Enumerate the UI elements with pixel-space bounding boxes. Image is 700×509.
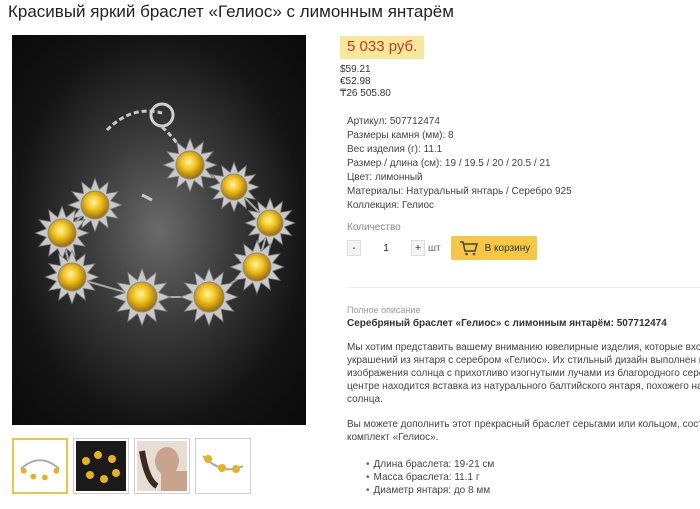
thumbnail-strip [12, 438, 251, 494]
spec-weight: Вес изделия (г): 11.1 [347, 144, 443, 155]
quantity-label: Количество [347, 222, 401, 233]
bullet-weight: Масса браслета: 11.1 г [366, 471, 494, 484]
bracelet-photo [34, 102, 296, 327]
spec-collection: Коллекция: Гелиос [347, 200, 435, 211]
description-line: Мы хотим представить вашему вниманию юве… [347, 342, 700, 353]
price-usd: $59.21 [340, 64, 371, 75]
thumbnail-4[interactable] [195, 438, 251, 494]
spec-stone-size: Размеры камня (мм): 8 [347, 130, 454, 141]
description-line: украшений из янтаря с серебром «Гелиос».… [347, 355, 700, 366]
price-kzt: ₸26 505.80 [340, 88, 391, 99]
quantity-increase-button[interactable]: + [411, 240, 425, 256]
price-main: 5 033 руб. [340, 36, 425, 59]
add-to-cart-label: В корзину [484, 242, 531, 254]
spec-materials: Материалы: Натуральный янтарь / Серебро … [347, 186, 572, 197]
quantity-unit: шт [428, 242, 441, 254]
quantity-stepper: - 1 + шт В корзину [347, 236, 537, 260]
cart-icon [459, 241, 478, 256]
quantity-decrease-button[interactable]: - [347, 240, 361, 256]
section-divider [347, 287, 700, 288]
description-line: Вы можете дополнить этот прекрасный брас… [347, 419, 700, 430]
spec-article: Артикул: 507712474 [347, 116, 440, 127]
description-paragraph-2: Вы можете дополнить этот прекрасный брас… [347, 418, 700, 444]
thumbnail-3[interactable] [134, 438, 190, 494]
description-line: изображения солнца с прихотливо изогнуты… [347, 368, 700, 379]
thumbnail-2[interactable] [73, 438, 129, 494]
product-specs: Артикул: 507712474 Размеры камня (мм): 8… [347, 115, 572, 213]
alt-prices: $59.21 €52.98 ₸26 505.80 [340, 64, 391, 100]
description-section-label: Полное описание [347, 305, 421, 315]
description-line: центре находится вставка из натурального… [347, 381, 700, 392]
description-line: комплект «Гелиос». [347, 432, 439, 443]
price-eur: €52.98 [340, 76, 371, 87]
bullet-diameter: Диаметр янтаря: до 8 мм [366, 484, 494, 497]
spec-color: Цвет: лимонный [347, 172, 423, 183]
description-paragraph-1: Мы хотим представить вашему вниманию юве… [347, 341, 700, 406]
main-product-image[interactable] [12, 35, 306, 425]
description-title: Серебряный браслет «Гелиос» с лимонным я… [347, 318, 667, 329]
spec-size-length: Размер / длина (см): 19 / 19.5 / 20 / 20… [347, 158, 551, 169]
product-title: Красивый яркий браслет «Гелиос» с лимонн… [8, 2, 454, 21]
quantity-input[interactable]: 1 [361, 243, 411, 254]
description-bullets: Длина браслета: 19-21 см Масса браслета:… [366, 458, 495, 497]
add-to-cart-button[interactable]: В корзину [450, 236, 537, 260]
bullet-length: Длина браслета: 19-21 см [366, 458, 495, 471]
description-line: солнца. [347, 394, 383, 405]
thumbnail-1[interactable] [12, 438, 68, 494]
